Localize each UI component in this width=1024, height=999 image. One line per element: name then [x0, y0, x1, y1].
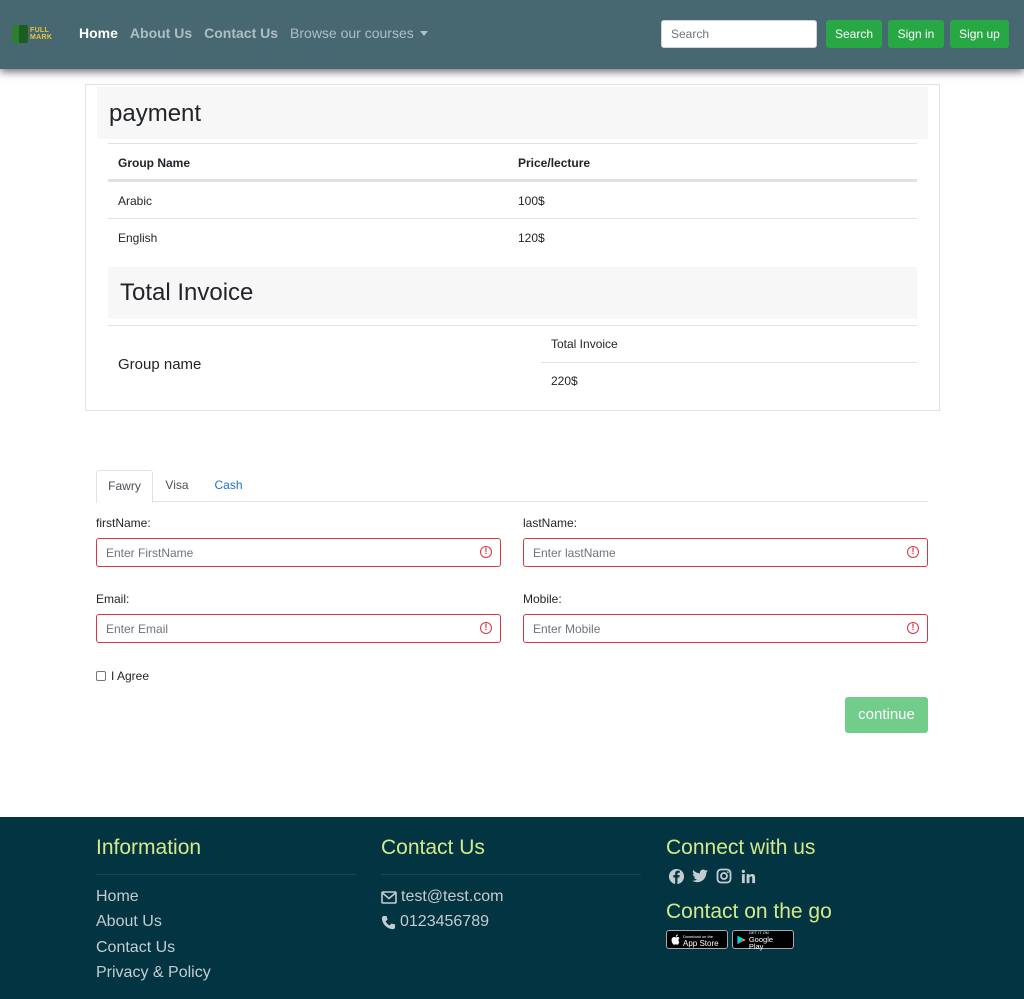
signin-button[interactable]: Sign in — [888, 20, 944, 48]
mobile-label: Mobile: — [523, 592, 562, 606]
search-button[interactable]: Search — [826, 20, 882, 48]
nav-links: Home About Us Contact Us Browse our cour… — [79, 25, 428, 41]
nav-link-home[interactable]: Home — [79, 25, 118, 41]
payment-card: payment Group Name Price/lecture Arabic … — [85, 84, 940, 411]
navbar: FULL MARK Home About Us Contact Us Brows… — [0, 0, 1024, 69]
mobile-placeholder: Enter Mobile — [533, 622, 601, 636]
footer-link-contact[interactable]: Contact Us — [96, 939, 175, 957]
payment-header: payment — [97, 87, 928, 139]
email-field[interactable]: Enter Email ! — [96, 614, 501, 643]
nav-dropdown-courses-label: Browse our courses — [290, 25, 414, 41]
invoice-total-label: Total Invoice — [541, 326, 917, 363]
continue-button[interactable]: continue — [845, 697, 928, 733]
phone-icon — [381, 915, 396, 929]
twitter-icon[interactable] — [691, 867, 709, 885]
apple-icon — [671, 934, 680, 945]
total-invoice-header: Total Invoice — [108, 267, 917, 319]
google-play-text: Google Play — [748, 935, 774, 951]
google-play-icon — [737, 935, 746, 944]
mobile-field[interactable]: Enter Mobile ! — [523, 614, 928, 643]
table-row: Arabic 100$ — [108, 181, 917, 218]
agree-checkbox[interactable] — [96, 671, 106, 681]
invoice-group-label: Group name — [118, 356, 202, 373]
row-price: 100$ — [518, 194, 545, 208]
app-store-badge[interactable]: Download on the App Store — [666, 930, 728, 949]
logo-text-line1: FULL — [30, 27, 50, 34]
invoice-total-value: 220$ — [551, 374, 578, 388]
footer-link-home[interactable]: Home — [96, 888, 139, 906]
row-group: English — [118, 231, 158, 245]
search-input[interactable]: Search — [661, 20, 817, 48]
footer-contact-title: Contact Us — [381, 836, 485, 859]
footer-link-about[interactable]: About Us — [96, 913, 162, 931]
footer-phone[interactable]: 0123456789 — [381, 913, 489, 931]
footer-divider — [96, 874, 356, 875]
email-label: Email: — [96, 592, 130, 606]
tab-visa[interactable]: Visa — [156, 470, 198, 502]
row-price: 120$ — [518, 231, 545, 245]
footer-go-title: Contact on the go — [666, 900, 832, 923]
google-play-badge[interactable]: GET IT ON Google Play — [732, 930, 794, 951]
col-price: Price/lecture — [518, 156, 591, 170]
payment-title: payment — [109, 100, 202, 127]
row-group: Arabic — [118, 194, 153, 208]
last-name-label: lastName: — [523, 516, 578, 530]
signup-button[interactable]: Sign up — [950, 20, 1009, 48]
last-name-field[interactable]: Enter lastName ! — [523, 538, 928, 567]
total-invoice-title: Total Invoice — [120, 279, 254, 306]
price-table-header: Group Name Price/lecture — [108, 143, 917, 181]
footer-link-privacy[interactable]: Privacy & Policy — [96, 964, 211, 982]
tab-fawry[interactable]: Fawry — [96, 470, 153, 503]
payment-method-tabs: Fawry Visa Cash — [96, 470, 928, 503]
agree-label: I Agree — [111, 669, 150, 683]
invalid-icon: ! — [907, 546, 919, 558]
table-row: English 120$ — [108, 218, 917, 255]
last-name-placeholder: Enter lastName — [533, 546, 616, 560]
logo-mark-icon — [12, 25, 28, 43]
footer-email[interactable]: test@test.com — [381, 888, 504, 906]
app-store-text: App Store — [683, 938, 719, 948]
chevron-down-icon — [419, 31, 428, 36]
col-group-name: Group Name — [118, 156, 191, 170]
invalid-icon: ! — [480, 546, 492, 558]
facebook-icon[interactable] — [667, 867, 685, 885]
tab-cash[interactable]: Cash — [206, 470, 251, 502]
footer-info-title: Information — [96, 836, 202, 859]
footer-connect-title: Connect with us — [666, 836, 816, 859]
instagram-icon[interactable] — [715, 867, 733, 885]
social-links — [667, 867, 757, 885]
nav-link-about[interactable]: About Us — [130, 25, 192, 41]
first-name-label: firstName: — [96, 516, 151, 530]
brand-logo[interactable]: FULL MARK — [12, 23, 60, 45]
envelope-icon — [381, 890, 397, 904]
footer-email-text: test@test.com — [401, 888, 504, 905]
invalid-icon: ! — [480, 622, 492, 634]
invoice-table: Group name Total Invoice 220$ — [108, 325, 917, 409]
nav-link-contact[interactable]: Contact Us — [204, 25, 278, 41]
footer-divider — [381, 874, 641, 875]
first-name-field[interactable]: Enter FirstName ! — [96, 538, 501, 567]
footer-phone-text: 0123456789 — [400, 913, 489, 930]
email-placeholder: Enter Email — [106, 622, 169, 636]
logo-text-line2: MARK — [30, 34, 53, 41]
linkedin-icon[interactable] — [739, 867, 757, 885]
invalid-icon: ! — [907, 622, 919, 634]
first-name-placeholder: Enter FirstName — [106, 546, 194, 560]
nav-dropdown-courses[interactable]: Browse our courses — [290, 25, 428, 41]
